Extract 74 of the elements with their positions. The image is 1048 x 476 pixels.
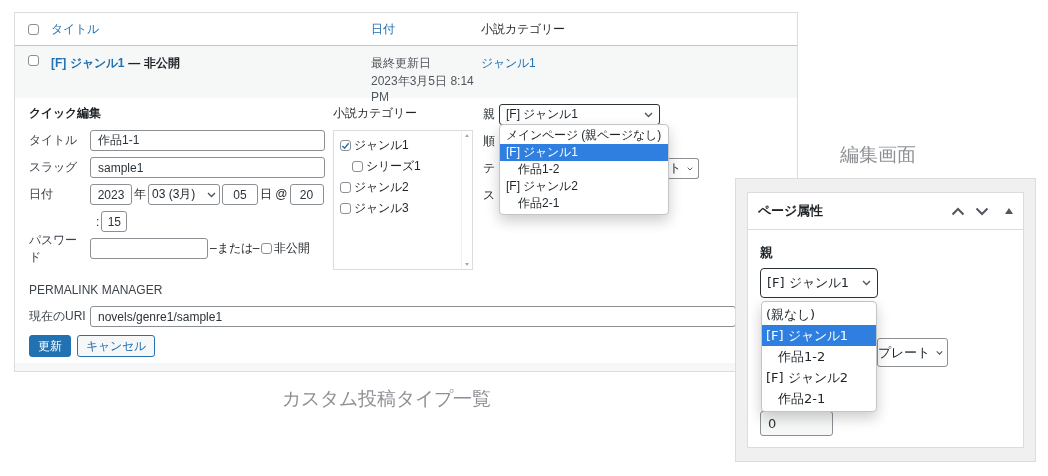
date-text: 2023年3月5日 8:14 PM: [371, 73, 475, 106]
caption: カスタム投稿タイプ一覧: [282, 386, 491, 411]
cancel-button[interactable]: キャンセル: [77, 335, 155, 357]
dropdown-option[interactable]: 作品2-1: [762, 388, 876, 409]
dropdown-option[interactable]: [F] ジャンル1: [500, 144, 668, 161]
checkbox[interactable]: [352, 161, 363, 172]
dropdown-option[interactable]: (親なし): [762, 304, 876, 325]
section-heading: クイック編集: [29, 104, 101, 122]
input-field[interactable]: 作品1-1: [90, 130, 325, 151]
triangle-icon[interactable]: [1005, 208, 1013, 214]
post-state: — 非公開: [128, 55, 180, 72]
date-label: 最終更新日: [371, 55, 432, 72]
field-label: テ: [483, 160, 496, 177]
panel-title: ページ属性: [758, 202, 824, 220]
field-label: スラッグ: [29, 159, 78, 176]
parent-select[interactable]: [F] ジャンル1: [499, 104, 660, 125]
post-title-link[interactable]: [F] ジャンル1: [51, 55, 125, 72]
chevron-down-icon: [207, 191, 216, 198]
parent-select[interactable]: [F] ジャンル1: [760, 268, 878, 298]
field-label: 日付: [29, 186, 54, 203]
checkbox[interactable]: [340, 182, 351, 193]
chevron-down-icon: [644, 111, 653, 118]
input-field[interactable]: sample1: [90, 157, 325, 178]
checkbox[interactable]: [261, 243, 273, 254]
chevron-down-icon[interactable]: [975, 206, 989, 216]
chevron-down-icon: [687, 165, 693, 172]
dropdown-option[interactable]: 作品1-2: [500, 161, 668, 178]
field-label: 親: [760, 244, 773, 262]
hour-field[interactable]: 20: [289, 184, 324, 205]
minute-field[interactable]: 15: [101, 211, 128, 232]
dropdown-option[interactable]: [F] ジャンル1: [762, 325, 876, 346]
uri-field[interactable]: novels/genre1/sample1: [90, 306, 736, 327]
checkbox[interactable]: [340, 203, 351, 214]
category-label: ジャンル2: [354, 179, 409, 196]
field-label: ス: [483, 187, 496, 204]
year-field[interactable]: 2023: [90, 184, 132, 205]
update-button[interactable]: 更新: [29, 335, 71, 357]
dropdown-option[interactable]: [F] ジャンル2: [762, 367, 876, 388]
chevron-up-icon[interactable]: [951, 206, 965, 216]
column-header: 小説カテゴリー: [481, 21, 565, 36]
column-header[interactable]: タイトル: [51, 21, 99, 36]
order-field[interactable]: 0: [760, 411, 833, 436]
category-label: シリーズ1: [366, 158, 421, 175]
month-select[interactable]: 03 (3月): [148, 184, 220, 205]
unit-label: 年: [134, 186, 146, 203]
unit-label: 日 @: [260, 186, 288, 203]
checkbox-label: 非公開: [274, 240, 311, 257]
day-field[interactable]: 05: [222, 184, 258, 205]
field-label: 現在のURI: [29, 308, 87, 325]
dropdown-option[interactable]: [F] ジャンル2: [500, 178, 668, 195]
chevron-down-icon: [862, 280, 871, 286]
colon-label: :: [96, 214, 100, 229]
category-label: ジャンル1: [354, 137, 409, 154]
column-header[interactable]: 日付: [371, 21, 395, 36]
dropdown-option[interactable]: メインページ (親ページなし): [500, 127, 668, 144]
chevron-down-icon: [936, 349, 943, 356]
category-link[interactable]: ジャンル1: [481, 56, 536, 70]
field-label: 親: [483, 106, 496, 123]
category-label: ジャンル3: [354, 200, 409, 217]
password-field[interactable]: [90, 238, 208, 259]
checkbox[interactable]: [340, 140, 351, 151]
or-label: –または–: [210, 240, 260, 257]
caption: 編集画面: [840, 142, 916, 167]
template-select[interactable]: ト: [669, 158, 699, 179]
dropdown-option[interactable]: 作品1-2: [762, 346, 876, 367]
template-select[interactable]: プレート: [877, 338, 948, 367]
section-heading: PERMALINK MANAGER: [29, 283, 163, 297]
field-label: タイトル: [29, 132, 78, 149]
checkbox[interactable]: [27, 55, 39, 66]
dropdown-option[interactable]: 作品2-1: [500, 195, 668, 212]
checkbox[interactable]: [27, 23, 39, 35]
field-label: パスワード: [29, 231, 78, 266]
section-heading: 小説カテゴリー: [333, 104, 417, 122]
field-label: 順: [483, 133, 496, 150]
